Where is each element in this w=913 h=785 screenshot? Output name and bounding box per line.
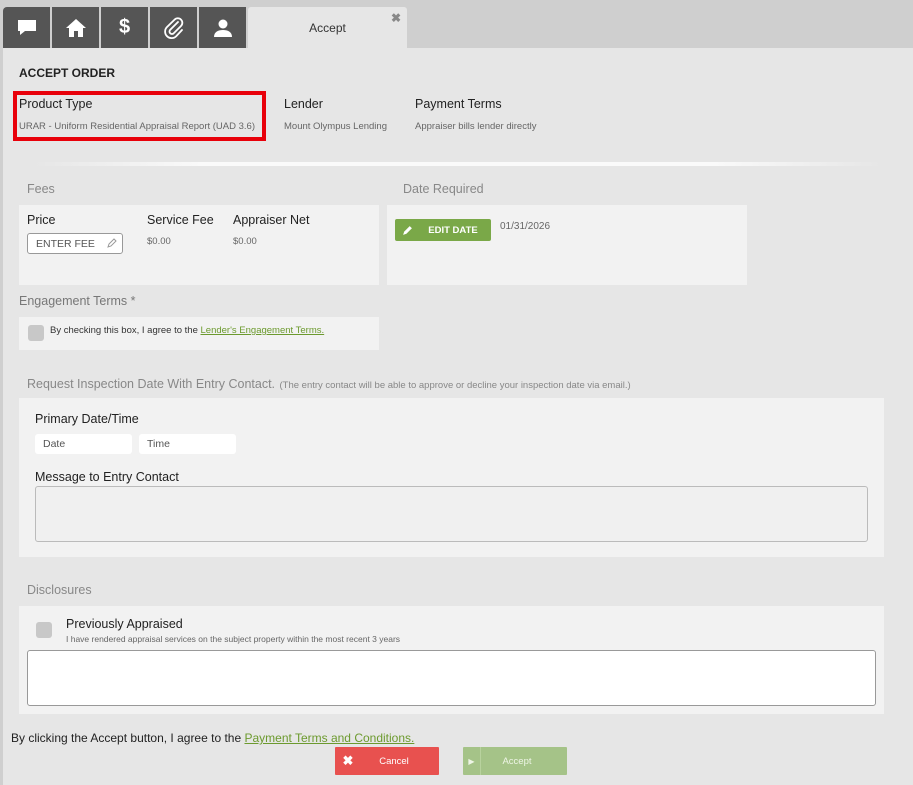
accept-order-heading: ACCEPT ORDER — [19, 66, 116, 80]
appraiser-net-value: $0.00 — [233, 236, 257, 247]
edit-date-label: EDIT DATE — [428, 224, 478, 236]
fees-title: Fees — [27, 182, 55, 196]
lender-label: Lender — [284, 97, 323, 111]
payment-terms-label: Payment Terms — [415, 97, 502, 111]
user-icon — [213, 19, 232, 37]
engagement-checkbox[interactable] — [28, 325, 44, 341]
previously-appraised-checkbox[interactable] — [36, 622, 52, 638]
close-icon[interactable]: ✖ — [391, 11, 401, 25]
chat-icon — [17, 19, 36, 35]
previously-appraised-label: Previously Appraised — [66, 617, 183, 631]
engagement-text: By checking this box, I agree to the — [50, 325, 198, 336]
edit-date-button[interactable]: EDIT DATE — [395, 219, 491, 241]
date-required-title: Date Required — [403, 182, 484, 196]
tab-fees[interactable]: $ — [101, 7, 148, 48]
previously-appraised-text: I have rendered appraisal services on th… — [66, 634, 401, 644]
engagement-box: By checking this box, I agree to the Len… — [19, 317, 379, 350]
accept-button[interactable]: ▶ Accept — [463, 747, 567, 775]
service-fee-value: $0.00 — [147, 236, 171, 247]
pencil-icon — [107, 238, 117, 248]
primary-date-time-label: Primary Date/Time — [35, 412, 139, 426]
inspection-date-input[interactable] — [35, 434, 132, 454]
engagement-terms-link[interactable]: Lender's Engagement Terms. — [201, 325, 325, 336]
accept-label: Accept — [502, 755, 532, 767]
divider — [33, 162, 883, 166]
service-fee-label: Service Fee — [147, 213, 214, 227]
close-icon: ✖ — [342, 753, 354, 768]
footer-text: By clicking the Accept button, I agree t… — [11, 731, 242, 745]
product-type-highlight — [13, 91, 266, 141]
tab-bar: $ — [3, 7, 248, 48]
inspection-title-row: Request Inspection Date With Entry Conta… — [27, 375, 631, 393]
tab-home[interactable] — [52, 7, 99, 48]
inspection-box: Primary Date/Time Message to Entry Conta… — [19, 398, 884, 557]
disclosures-box: Previously Appraised I have rendered app… — [19, 606, 884, 714]
inspection-time-input[interactable] — [139, 434, 236, 454]
payment-terms-value: Appraiser bills lender directly — [415, 121, 537, 132]
tab-accept-label: Accept — [309, 21, 346, 35]
play-icon: ▶ — [463, 747, 481, 775]
appraiser-net-label: Appraiser Net — [233, 213, 310, 227]
payment-terms-link[interactable]: Payment Terms and Conditions. — [244, 731, 414, 745]
disclosures-title: Disclosures — [27, 583, 92, 597]
message-textarea[interactable] — [35, 486, 868, 542]
message-label: Message to Entry Contact — [35, 470, 179, 484]
inspection-note: (The entry contact will be able to appro… — [279, 380, 631, 391]
inspection-title: Request Inspection Date With Entry Conta… — [27, 377, 276, 391]
lender-value: Mount Olympus Lending — [284, 121, 387, 132]
date-required-box — [387, 205, 747, 285]
footer-text-row: By clicking the Accept button, I agree t… — [11, 731, 414, 745]
engagement-text-row: By checking this box, I agree to the Len… — [50, 325, 324, 336]
home-icon — [65, 18, 86, 37]
fees-box: Price Service Fee $0.00 Appraiser Net $0… — [19, 205, 379, 285]
engagement-title: Engagement Terms * — [19, 294, 136, 308]
tab-contacts[interactable] — [199, 7, 246, 48]
paperclip-icon — [163, 16, 183, 39]
tab-accept[interactable]: Accept ✖ — [248, 7, 407, 48]
price-label: Price — [27, 213, 56, 227]
dollar-icon: $ — [118, 16, 131, 38]
cancel-button[interactable]: ✖ Cancel — [335, 747, 439, 775]
tab-messages[interactable] — [3, 7, 50, 48]
date-required-value: 01/31/2026 — [500, 221, 551, 232]
pencil-icon — [395, 219, 419, 241]
tab-attachments[interactable] — [150, 7, 197, 48]
disclosure-textarea[interactable] — [27, 650, 876, 706]
cancel-label: Cancel — [379, 755, 409, 767]
accept-panel: ACCEPT ORDER Product Type URAR - Uniform… — [3, 48, 913, 785]
